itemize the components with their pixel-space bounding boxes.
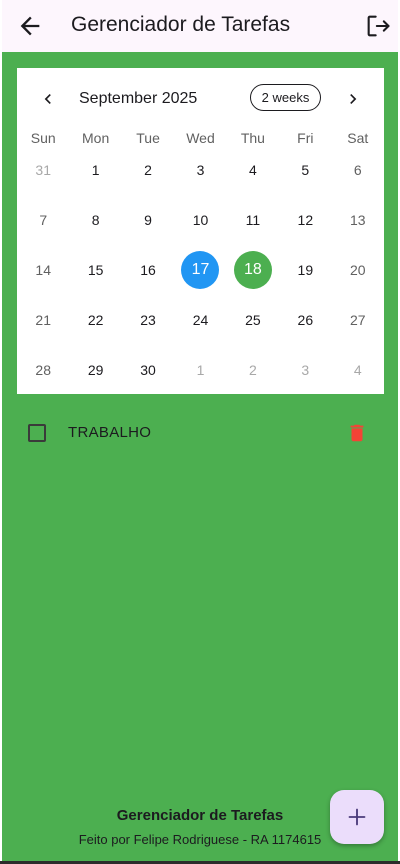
day-number: 13 [349, 212, 366, 228]
calendar-header: September 2025 2 weeks [17, 82, 384, 116]
day-number: 19 [297, 262, 314, 278]
day-number: 6 [353, 162, 362, 178]
plus-icon [348, 808, 366, 826]
calendar-day[interactable]: 14 [17, 245, 69, 295]
calendar-day-today[interactable]: 18 [227, 245, 279, 295]
next-month-button[interactable] [343, 89, 363, 109]
calendar-week: 31 1 2 3 4 5 6 [17, 145, 384, 195]
day-number: 2 [144, 162, 152, 178]
logout-icon [367, 15, 390, 37]
day-number: 8 [91, 212, 100, 228]
day-number: 10 [192, 212, 209, 228]
day-number: 31 [35, 162, 51, 178]
calendar-day[interactable]: 30 [122, 345, 174, 395]
calendar-week: 7 8 9 10 11 12 13 [17, 195, 384, 245]
logout-button[interactable] [364, 12, 392, 40]
calendar-day[interactable]: 26 [279, 295, 331, 345]
calendar-day[interactable]: 1 [69, 145, 121, 195]
calendar-day[interactable]: 31 [17, 145, 69, 195]
calendar-day[interactable]: 27 [332, 295, 384, 345]
day-number: 26 [297, 312, 314, 328]
day-number: 4 [353, 362, 362, 378]
app-screen: Gerenciador de Tarefas September 2025 2 … [2, 0, 398, 861]
chevron-right-icon [350, 94, 357, 104]
day-number: 20 [349, 262, 366, 278]
calendar-day[interactable]: 2 [122, 145, 174, 195]
calendar-format-button[interactable]: 2 weeks [250, 84, 321, 111]
calendar-day[interactable]: 12 [279, 195, 331, 245]
calendar-day[interactable]: 13 [332, 195, 384, 245]
month-label: September 2025 [79, 90, 198, 107]
calendar-day[interactable]: 8 [69, 195, 121, 245]
day-number: 23 [140, 312, 156, 328]
calendar-day[interactable]: 15 [69, 245, 121, 295]
calendar-day[interactable]: 16 [122, 245, 174, 295]
task-item[interactable]: TRABALHO [2, 413, 398, 453]
day-number: 29 [87, 362, 104, 378]
calendar-day[interactable]: 23 [122, 295, 174, 345]
calendar-day[interactable]: 4 [332, 345, 384, 395]
calendar-week: 14 15 16 17 18 19 20 [17, 245, 384, 295]
calendar-day[interactable]: 11 [227, 195, 279, 245]
day-number: 28 [35, 362, 51, 378]
previous-month-button[interactable] [38, 89, 58, 109]
day-number: 3 [196, 162, 205, 178]
day-number: 1 [196, 362, 205, 378]
trash-icon [350, 424, 364, 442]
calendar-day[interactable]: 9 [122, 195, 174, 245]
app-bar: Gerenciador de Tarefas [2, 0, 398, 52]
day-number: 18 [244, 261, 262, 278]
calendar-day[interactable]: 20 [332, 245, 384, 295]
day-number: 5 [301, 162, 310, 178]
calendar-day[interactable]: 3 [174, 145, 226, 195]
calendar-day[interactable]: 10 [174, 195, 226, 245]
back-button[interactable] [16, 12, 44, 40]
add-task-button[interactable] [330, 790, 384, 844]
calendar-day[interactable]: 28 [17, 345, 69, 395]
calendar-day[interactable]: 5 [279, 145, 331, 195]
day-number: 22 [87, 312, 104, 328]
day-number: 16 [140, 262, 156, 278]
day-number: 24 [192, 312, 209, 328]
calendar-day[interactable]: 3 [279, 345, 331, 395]
calendar: September 2025 2 weeks Sun Mon Tue Wed T… [17, 68, 384, 394]
day-number: 21 [35, 312, 51, 328]
calendar-day[interactable]: 4 [227, 145, 279, 195]
calendar-day[interactable]: 7 [17, 195, 69, 245]
calendar-week: 28 29 30 1 2 3 4 [17, 345, 384, 395]
day-number: 25 [245, 312, 261, 328]
day-number: 17 [191, 261, 210, 278]
day-number: 27 [349, 312, 366, 328]
calendar-day[interactable]: 19 [279, 245, 331, 295]
calendar-day[interactable]: 6 [332, 145, 384, 195]
calendar-day[interactable]: 1 [174, 345, 226, 395]
arrow-left-icon [20, 16, 40, 36]
chevron-left-icon [44, 94, 51, 104]
delete-task-button[interactable] [346, 422, 368, 444]
day-number: 11 [245, 212, 261, 228]
day-number: 12 [297, 212, 314, 228]
day-number: 30 [140, 362, 156, 378]
calendar-day[interactable]: 22 [69, 295, 121, 345]
calendar-day[interactable]: 21 [17, 295, 69, 345]
day-number: 14 [35, 262, 51, 278]
calendar-week: 21 22 23 24 25 26 27 [17, 295, 384, 345]
day-number: 7 [39, 212, 48, 228]
day-number: 15 [87, 262, 104, 278]
calendar-day[interactable]: 2 [227, 345, 279, 395]
task-label: TRABALHO [68, 424, 152, 441]
day-number: 3 [301, 362, 310, 378]
page-title: Gerenciador de Tarefas [71, 13, 291, 36]
task-checkbox[interactable] [28, 424, 46, 442]
calendar-day[interactable]: 25 [227, 295, 279, 345]
calendar-day[interactable]: 29 [69, 345, 121, 395]
calendar-day-selected[interactable]: 17 [174, 245, 226, 295]
day-number: 1 [91, 162, 100, 178]
day-number: 2 [249, 362, 257, 378]
day-number: 4 [249, 162, 257, 178]
calendar-grid: 31 1 2 3 4 5 6 7 8 9 10 11 12 13 14 15 1… [17, 145, 384, 395]
calendar-day[interactable]: 24 [174, 295, 226, 345]
day-number: 9 [144, 212, 152, 228]
